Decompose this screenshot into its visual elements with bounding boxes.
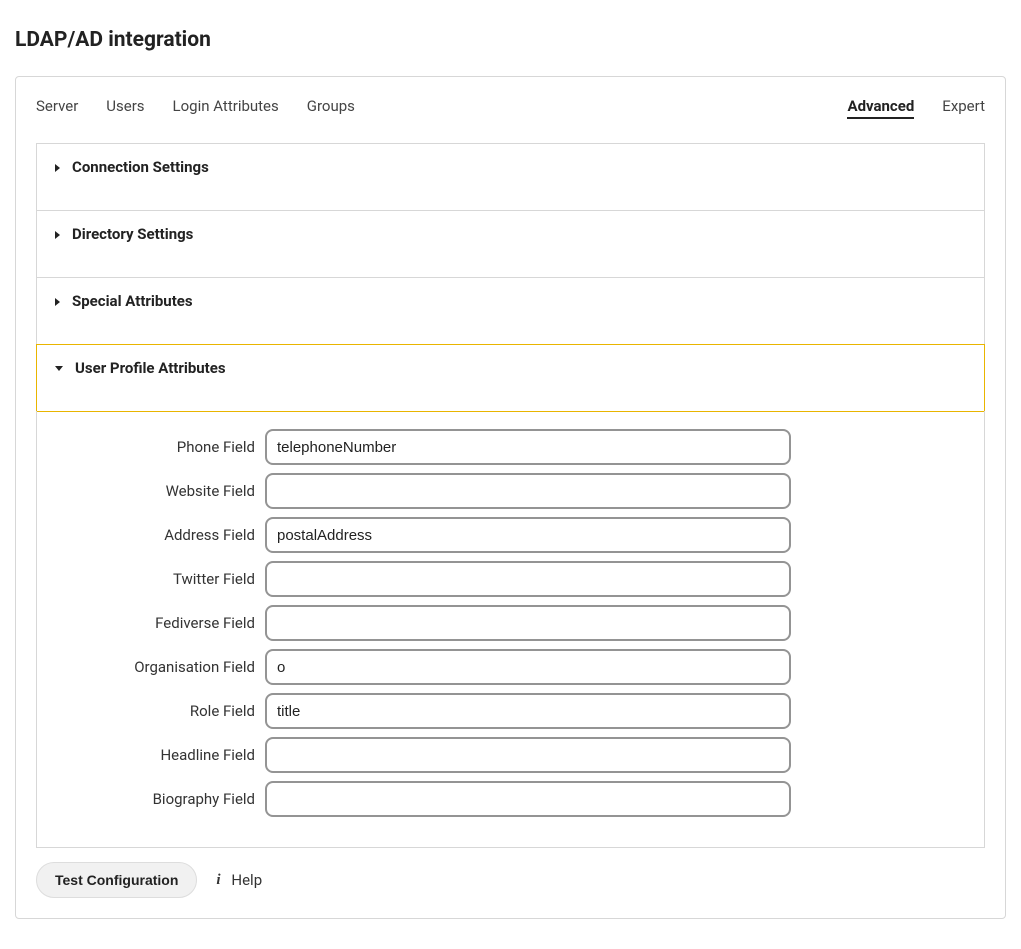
phone-field-label: Phone Field [55,438,255,456]
headline-field-label: Headline Field [55,746,255,764]
role-field-input[interactable] [265,693,791,729]
organisation-field-label: Organisation Field [55,658,255,676]
footer-row: Test Configuration i Help [36,862,985,898]
twitter-field-input[interactable] [265,561,791,597]
accordion-title: Connection Settings [72,158,209,176]
tab-login-attributes[interactable]: Login Attributes [173,95,279,117]
user-profile-attributes-form: Phone Field Website Field Address Field … [36,411,985,848]
test-configuration-button[interactable]: Test Configuration [36,862,197,898]
accordion-title: Special Attributes [72,292,193,310]
accordion-directory-settings[interactable]: Directory Settings [36,210,985,278]
chevron-down-icon [55,366,63,371]
accordion-special-attributes[interactable]: Special Attributes [36,277,985,345]
organisation-field-input[interactable] [265,649,791,685]
twitter-field-label: Twitter Field [55,570,255,588]
info-icon: i [211,872,225,889]
help-link-label: Help [231,871,262,889]
chevron-right-icon [55,164,60,172]
address-field-label: Address Field [55,526,255,544]
website-field-input[interactable] [265,473,791,509]
headline-field-input[interactable] [265,737,791,773]
settings-panel: Server Users Login Attributes Groups Adv… [15,76,1006,919]
tab-group-left: Server Users Login Attributes Groups [36,95,355,117]
tab-server[interactable]: Server [36,95,78,117]
accordion-connection-settings[interactable]: Connection Settings [36,143,985,211]
page-title: LDAP/AD integration [15,28,1006,52]
biography-field-input[interactable] [265,781,791,817]
accordion-title: User Profile Attributes [75,359,226,377]
tab-bar: Server Users Login Attributes Groups Adv… [36,77,985,143]
tab-advanced[interactable]: Advanced [847,95,914,119]
website-field-label: Website Field [55,482,255,500]
biography-field-label: Biography Field [55,790,255,808]
chevron-right-icon [55,231,60,239]
accordion-user-profile-attributes[interactable]: User Profile Attributes [36,344,985,412]
role-field-label: Role Field [55,702,255,720]
phone-field-input[interactable] [265,429,791,465]
tab-expert[interactable]: Expert [942,95,985,119]
help-link[interactable]: i Help [211,871,262,889]
chevron-right-icon [55,298,60,306]
tab-group-right: Advanced Expert [847,95,985,119]
address-field-input[interactable] [265,517,791,553]
tab-users[interactable]: Users [106,95,144,117]
tab-groups[interactable]: Groups [307,95,355,117]
accordion-title: Directory Settings [72,225,193,243]
fediverse-field-label: Fediverse Field [55,614,255,632]
fediverse-field-input[interactable] [265,605,791,641]
